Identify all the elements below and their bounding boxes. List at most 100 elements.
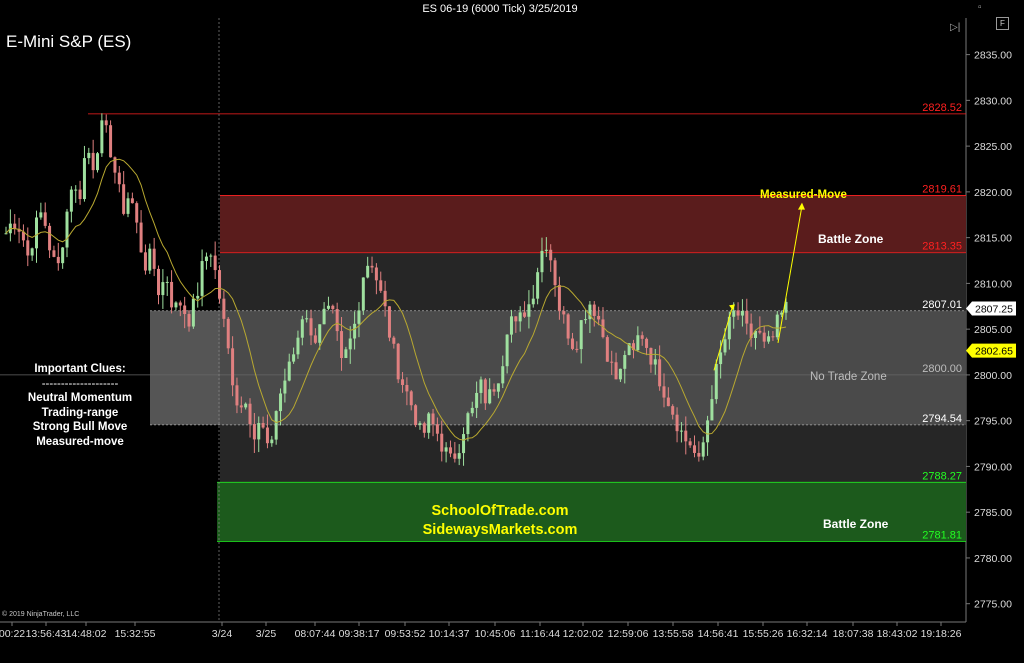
candle-body — [767, 336, 771, 342]
collapse-icon[interactable]: ▫ — [978, 2, 982, 13]
candle-body — [374, 267, 378, 281]
candle-body — [135, 203, 139, 223]
zone-band — [220, 252, 966, 311]
candle-body — [745, 311, 749, 324]
candle-body — [209, 255, 213, 257]
candle-body — [679, 430, 683, 432]
candle-body — [196, 295, 200, 299]
candle-body — [161, 282, 165, 296]
candle-body — [505, 334, 509, 367]
candle-body — [762, 332, 766, 342]
candle-body — [139, 222, 143, 253]
x-tick-label: 10:14:37 — [429, 628, 470, 640]
candle-body — [688, 441, 692, 446]
candle-body — [422, 423, 426, 433]
candle-body — [549, 249, 553, 261]
candle-body — [257, 423, 261, 440]
candle-body — [96, 153, 100, 171]
y-tick-label: 2795.00 — [974, 416, 1012, 428]
x-tick-label: 16:32:14 — [787, 628, 828, 640]
x-tick-label: 13:55:58 — [653, 628, 694, 640]
candle-body — [444, 447, 448, 452]
candle-body — [170, 281, 174, 308]
candle-body — [274, 411, 278, 440]
candle-body — [204, 256, 208, 262]
candle-body — [187, 314, 191, 327]
candle-body — [645, 338, 649, 348]
candle-body — [457, 453, 461, 459]
x-tick-label: 3/25 — [256, 628, 277, 640]
candle-body — [91, 152, 95, 171]
candle-body — [130, 198, 134, 204]
chart-title: ES 06-19 (6000 Tick) 3/25/2019 — [422, 3, 578, 15]
candle-body — [523, 312, 527, 317]
candle-body — [152, 248, 156, 269]
candle-body — [48, 225, 52, 251]
candle-body — [218, 270, 222, 299]
candle-body — [544, 249, 548, 251]
clue-item: Measured-move — [36, 435, 124, 448]
candle-body — [675, 414, 679, 432]
x-tick-label: 12:02:02 — [563, 628, 604, 640]
candle-body — [244, 403, 248, 408]
candle-body — [292, 354, 296, 362]
candle-body — [701, 442, 705, 457]
y-tick-label: 2790.00 — [974, 461, 1012, 473]
candle-body — [122, 184, 126, 214]
measured-move-label: Measured-Move — [760, 189, 847, 201]
candle-body — [662, 386, 666, 398]
candle-body — [39, 212, 43, 218]
candle-body — [405, 384, 409, 392]
candle-body — [579, 320, 583, 350]
candle-body — [248, 403, 252, 425]
candle-body — [740, 311, 744, 316]
candle-body — [213, 255, 217, 271]
candle-body — [65, 211, 69, 248]
x-tick-label: 09:38:17 — [339, 628, 380, 640]
candle-body — [692, 445, 696, 453]
candle-body — [279, 393, 283, 412]
candle-body — [252, 424, 256, 440]
candle-body — [462, 434, 466, 454]
candle-body — [82, 158, 86, 200]
candle-body — [35, 217, 39, 249]
y-tick-label: 2775.00 — [974, 599, 1012, 611]
candle-body — [697, 452, 701, 457]
candle-body — [261, 423, 265, 428]
candle-body — [318, 324, 322, 343]
candle-body — [239, 405, 243, 408]
candle-body — [309, 318, 313, 336]
candle-body — [183, 305, 187, 315]
candle-body — [483, 379, 487, 404]
clues-panel: Important Clues: -------------------- Ne… — [10, 362, 150, 449]
x-tick-label: 14:48:02 — [66, 628, 107, 640]
candle-body — [570, 338, 574, 349]
candle-body — [61, 247, 65, 264]
candle-body — [732, 310, 736, 317]
no-trade-zone-label: No Trade Zone — [810, 371, 887, 383]
x-tick-label: 11:16:44 — [520, 628, 560, 640]
candle-body — [431, 413, 435, 425]
candle-body — [200, 261, 204, 296]
clue-item: Trading-range — [41, 406, 119, 419]
candle-body — [758, 330, 762, 333]
x-tick-label: 15:55:26 — [743, 628, 784, 640]
candle-body — [719, 352, 723, 365]
candle-body — [231, 348, 235, 386]
y-tick-label: 2810.00 — [974, 278, 1012, 290]
y-tick-label: 2830.00 — [974, 95, 1012, 107]
candle-body — [470, 407, 474, 414]
candle-body — [126, 198, 130, 214]
candle-body — [592, 304, 596, 316]
candle-body — [466, 413, 470, 435]
scroll-end-icon[interactable]: ▷| — [950, 22, 960, 33]
level-label: 2819.61 — [922, 183, 962, 195]
candle-body — [562, 311, 566, 315]
candle-body — [509, 316, 513, 335]
clue-item: Strong Bull Move — [32, 421, 128, 433]
f-button[interactable]: F — [996, 17, 1009, 30]
candle-body — [640, 335, 644, 339]
candle-body — [222, 298, 226, 319]
price-tag-label: 2807.25 — [975, 304, 1013, 316]
candle-body — [353, 323, 357, 339]
